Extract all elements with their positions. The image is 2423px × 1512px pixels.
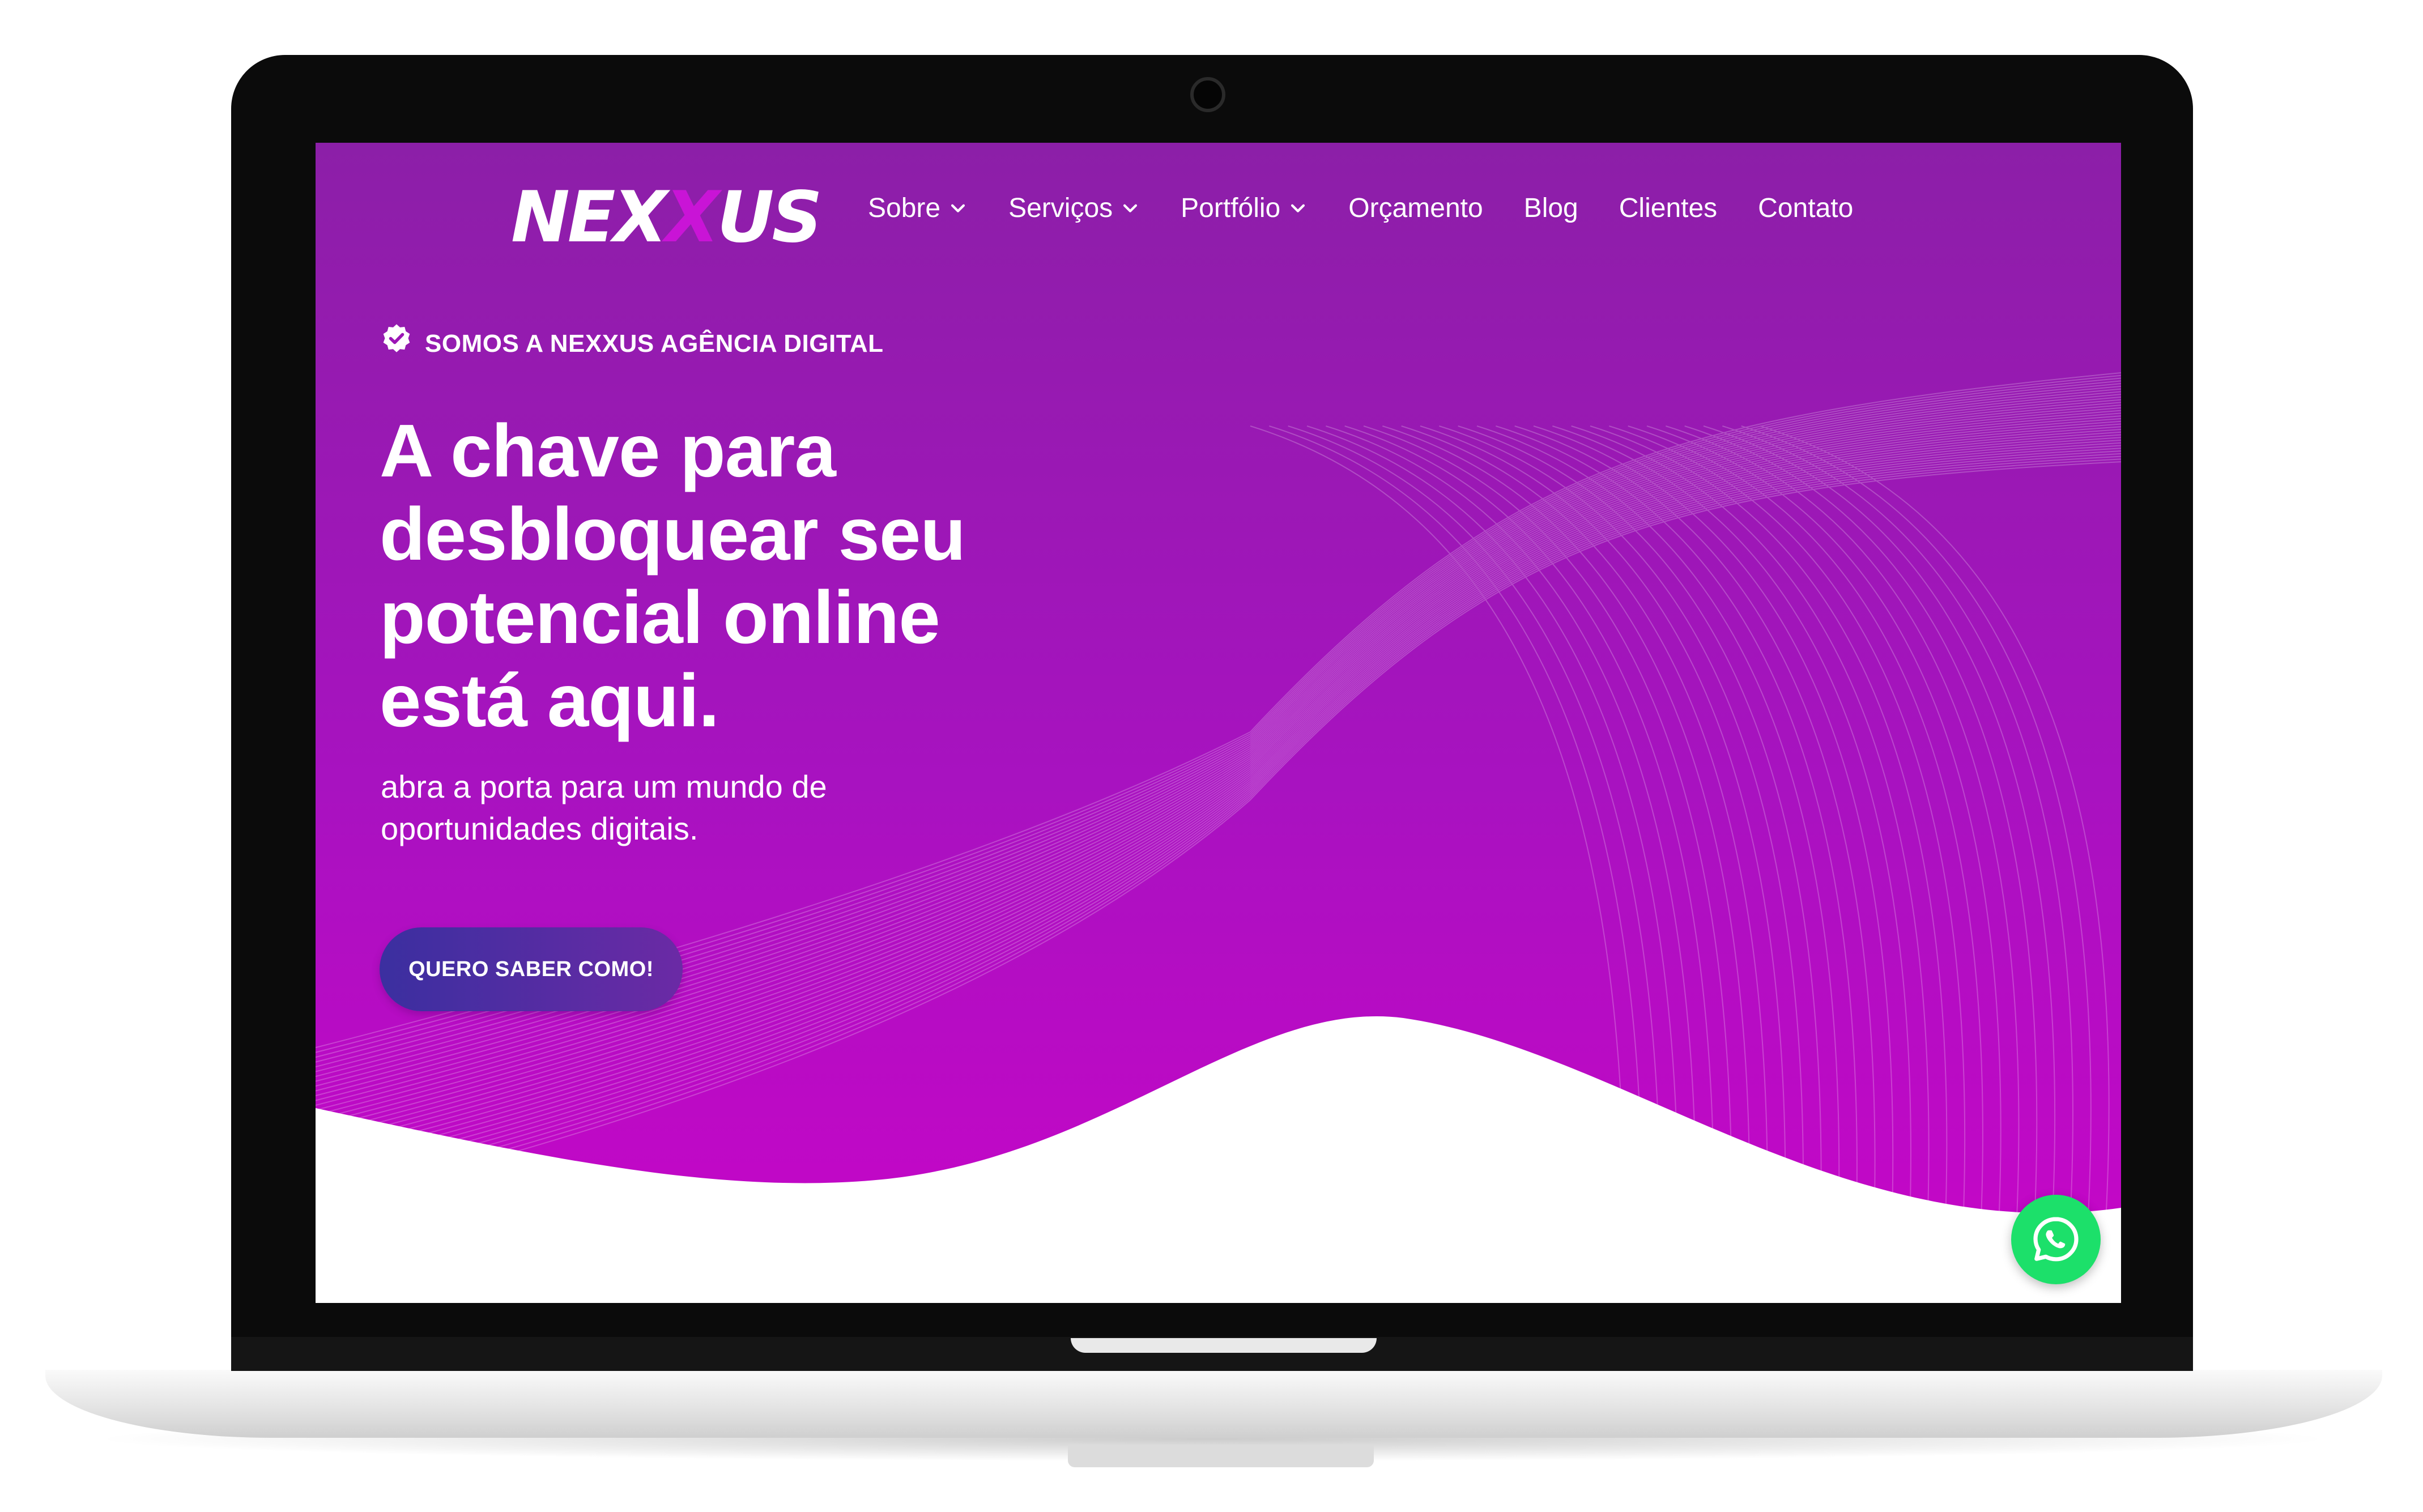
nav-item-contato[interactable]: Contato xyxy=(1758,193,1853,224)
logo-text-start: NEX xyxy=(511,177,667,258)
nav-item-orcamento[interactable]: Orçamento xyxy=(1348,193,1483,224)
chevron-down-icon xyxy=(951,204,965,212)
whatsapp-icon xyxy=(2033,1217,2079,1262)
site-logo[interactable]: NEXXUS xyxy=(511,167,823,269)
subtext-line: oportunidades digitais. xyxy=(381,811,699,846)
nav-label: Contato xyxy=(1758,193,1854,223)
cta-button[interactable]: QUERO SABER COMO! xyxy=(380,927,683,1011)
nav-item-blog[interactable]: Blog xyxy=(1524,193,1578,224)
logo-text-end: US xyxy=(717,177,823,258)
laptop-notch xyxy=(1071,1338,1377,1353)
chevron-down-icon xyxy=(1291,204,1305,212)
main-navigation: Sobre Serviços Portfólio Orçamento Blog … xyxy=(868,177,1853,239)
nav-label: Orçamento xyxy=(1348,193,1483,223)
nav-label: Portfólio xyxy=(1181,193,1281,223)
whatsapp-button[interactable] xyxy=(2011,1195,2101,1284)
headline-line: desbloquear seu xyxy=(380,492,966,576)
nav-label: Sobre xyxy=(868,193,941,223)
nav-label: Clientes xyxy=(1619,193,1718,223)
hero-badge-text: SOMOS A NEXXUS AGÊNCIA DIGITAL xyxy=(425,330,884,357)
nav-item-sobre[interactable]: Sobre xyxy=(868,193,968,224)
laptop-screen: NEXXUS Sobre Serviços Portfólio Orçament… xyxy=(316,143,2121,1303)
nav-item-portfolio[interactable]: Portfólio xyxy=(1181,193,1308,224)
cta-button-label: QUERO SABER COMO! xyxy=(408,957,654,981)
nav-label: Serviços xyxy=(1008,193,1113,223)
nav-item-clientes[interactable]: Clientes xyxy=(1619,193,1717,224)
verified-badge-icon xyxy=(383,324,410,352)
laptop-foot xyxy=(1068,1445,1374,1467)
chevron-down-icon xyxy=(1123,204,1138,212)
nav-item-servicos[interactable]: Serviços xyxy=(1008,193,1140,224)
headline-line: A chave para xyxy=(380,409,836,492)
hero-subtext: abra a porta para um mundo de oportunida… xyxy=(381,766,976,850)
hero-badge: SOMOS A NEXXUS AGÊNCIA DIGITAL xyxy=(381,324,884,358)
webcam xyxy=(1190,77,1225,112)
hero-headline: A chave para desbloquear seu potencial o… xyxy=(380,409,1173,742)
headline-line: potencial online xyxy=(380,576,940,659)
headline-line: está aqui. xyxy=(380,659,719,742)
nav-label: Blog xyxy=(1523,193,1578,223)
laptop-base xyxy=(45,1370,2382,1438)
logo-text-accent: X xyxy=(665,177,719,258)
subtext-line: abra a porta para um mundo de xyxy=(381,769,827,804)
